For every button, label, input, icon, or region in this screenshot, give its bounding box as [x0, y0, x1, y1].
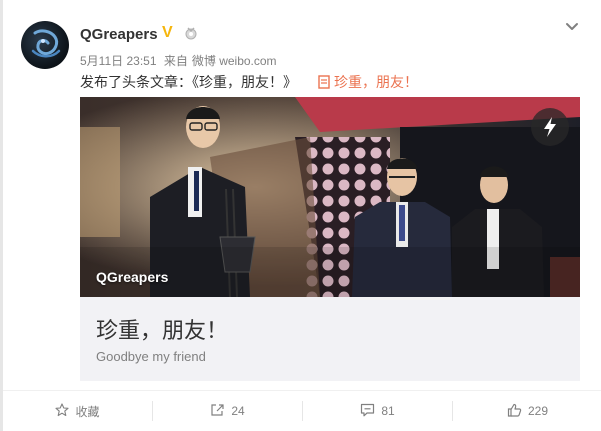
- share-icon: [210, 403, 231, 420]
- image-caption: QGreapers: [96, 269, 169, 285]
- article-link[interactable]: 珍重，朋友！: [318, 72, 418, 92]
- medal-icon[interactable]: [184, 26, 198, 40]
- thumbs-up-icon: [507, 403, 528, 420]
- favorite-button[interactable]: 收藏: [3, 391, 152, 431]
- post-meta: 5月11日 23:51 来自 微博 weibo.com: [80, 52, 281, 69]
- username[interactable]: QGreapers: [80, 26, 158, 43]
- document-icon: [318, 75, 330, 92]
- repost-button[interactable]: 24: [153, 391, 302, 431]
- comment-button[interactable]: 81: [303, 391, 452, 431]
- chevron-down-icon[interactable]: [563, 18, 581, 36]
- article-description: Goodbye my friend: [96, 349, 206, 364]
- repost-count: 24: [231, 404, 245, 418]
- timestamp[interactable]: 5月11日 23:51: [80, 54, 157, 68]
- verified-icon: V: [162, 24, 173, 41]
- comment-icon: [360, 403, 381, 420]
- article-title[interactable]: 珍重，朋友！: [96, 313, 228, 345]
- comment-count: 81: [381, 404, 395, 418]
- like-button[interactable]: 229: [453, 391, 601, 431]
- action-bar: 收藏 24 81 229: [3, 390, 601, 431]
- source-prefix: 来自: [163, 54, 188, 68]
- lightning-icon[interactable]: [531, 108, 569, 146]
- article-link-text: 珍重，朋友！: [334, 74, 418, 90]
- weibo-post-card: QGreapers V 5月11日 23:51 来自 微博 weibo.com 发…: [0, 0, 601, 431]
- like-count: 229: [527, 404, 549, 418]
- article-cover-image[interactable]: QGreapers: [80, 97, 580, 297]
- article-card[interactable]: QGreapers 珍重，朋友！ Goodbye my friend: [80, 97, 580, 381]
- star-icon: [55, 402, 75, 420]
- favorite-label: 收藏: [75, 404, 100, 419]
- post-text: 发布了头条文章：《珍重，朋友！》: [80, 74, 297, 90]
- avatar[interactable]: [21, 21, 69, 69]
- source-link[interactable]: 微博 weibo.com: [192, 54, 277, 68]
- left-border: [0, 0, 3, 431]
